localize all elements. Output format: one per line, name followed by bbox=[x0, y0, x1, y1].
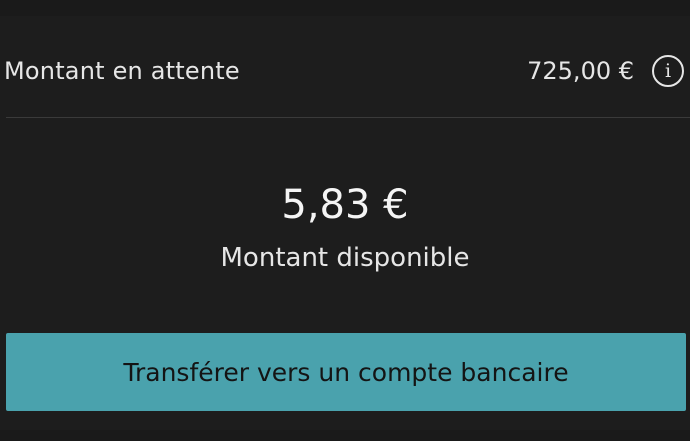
bottom-edge bbox=[0, 430, 690, 441]
available-amount-label: Montant disponible bbox=[220, 243, 470, 273]
transfer-to-bank-button[interactable]: Transférer vers un compte bancaire bbox=[6, 333, 686, 411]
top-edge bbox=[0, 0, 690, 16]
wallet-screen: Montant en attente 725,00 € i 5,83 € Mon… bbox=[0, 0, 690, 441]
info-icon[interactable]: i bbox=[652, 55, 684, 87]
pending-amount-label: Montant en attente bbox=[4, 57, 240, 85]
pending-amount-group: 725,00 € i bbox=[527, 55, 686, 87]
available-balance: 5,83 € Montant disponible bbox=[0, 170, 690, 276]
available-amount-value: 5,83 € bbox=[281, 182, 409, 228]
pending-amount-value: 725,00 € bbox=[527, 57, 634, 85]
divider bbox=[6, 117, 690, 118]
pending-amount-row: Montant en attente 725,00 € i bbox=[0, 26, 690, 116]
